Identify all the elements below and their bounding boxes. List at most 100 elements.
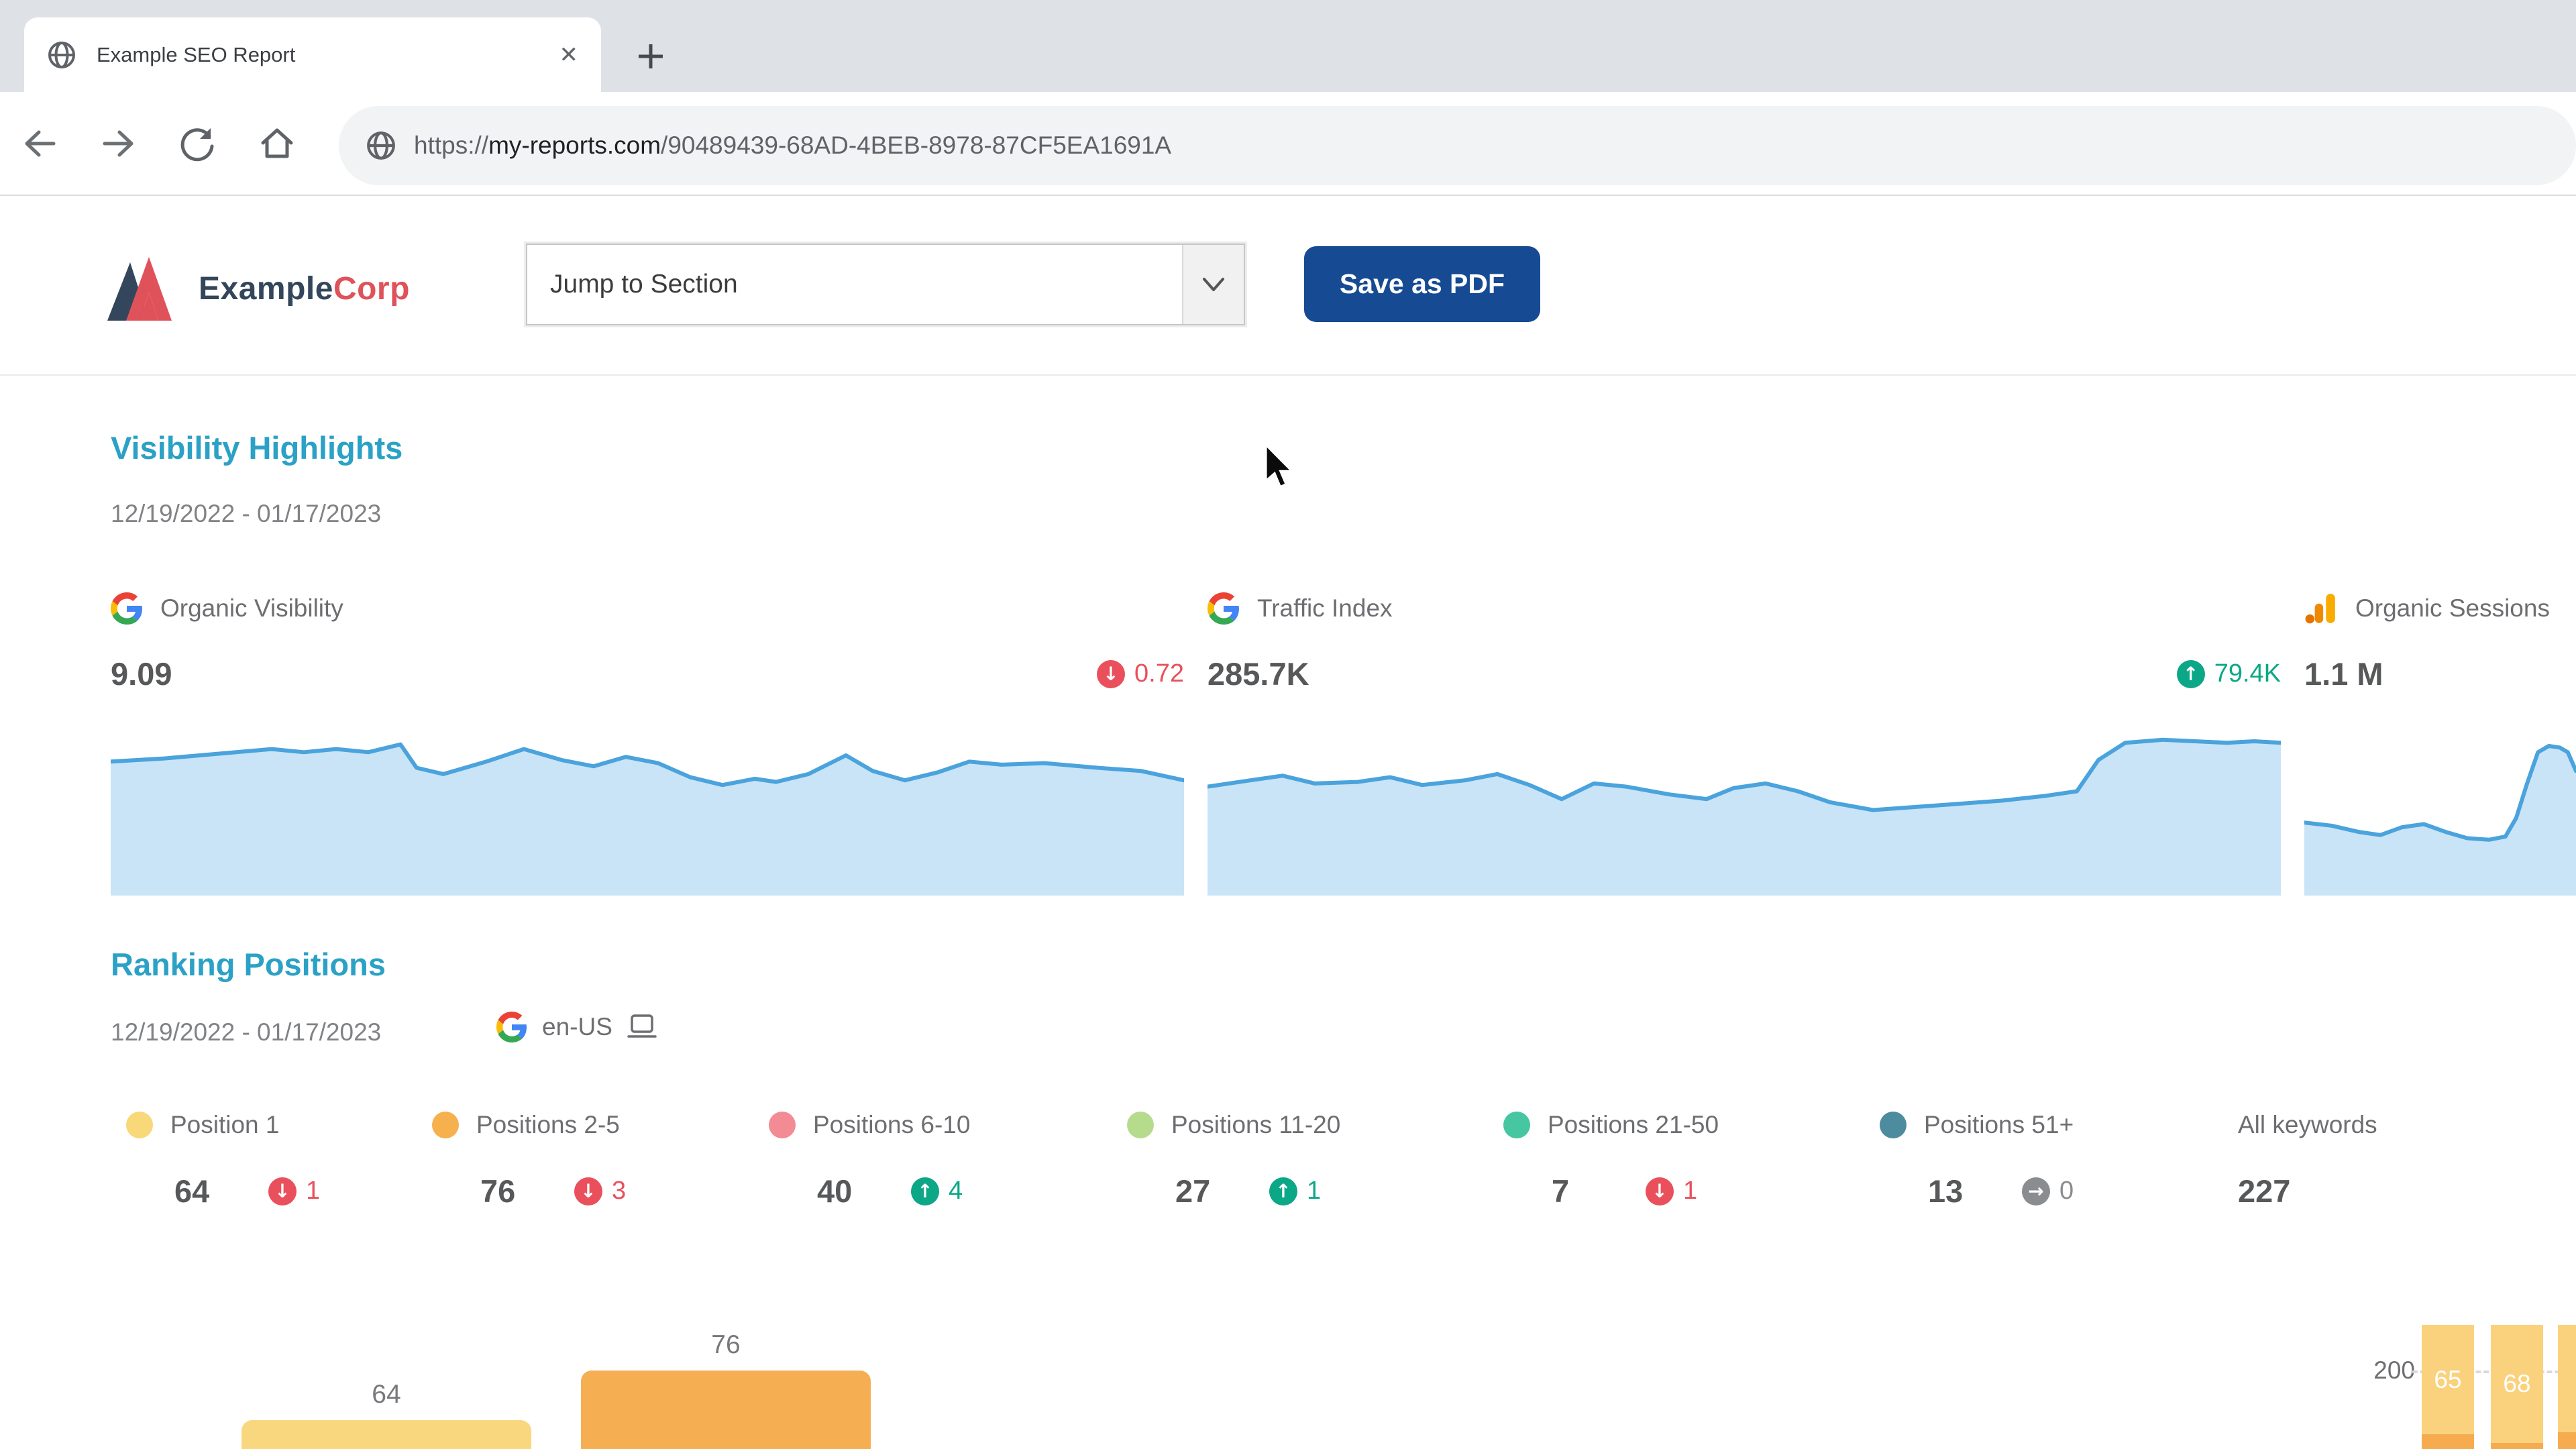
- jump-to-section-value: Jump to Section: [550, 270, 738, 299]
- bar-value-label: 76: [711, 1330, 741, 1359]
- down-arrow-icon: ↓: [1097, 659, 1126, 688]
- metric-card-organic-sessions: Organic Sessions 1.1 M: [2304, 588, 2576, 897]
- legend-label: Positions 6-10: [813, 1111, 971, 1138]
- ranking-date-range: 12/19/2022 - 01/17/2023: [111, 1018, 382, 1046]
- legend-item: Positions 6-10 40 ↑ 4: [769, 1106, 970, 1210]
- metric-card-traffic-index: Traffic Index 285.7K ↑ 79.4K: [1208, 588, 2281, 897]
- forward-arrow-icon: [103, 130, 133, 156]
- chevron-down-icon: [1203, 278, 1224, 291]
- bar-value-label: 64: [372, 1380, 401, 1409]
- plus-icon: [639, 44, 663, 68]
- metric-value: 9.09: [111, 656, 172, 692]
- tab-close-icon[interactable]: ✕: [559, 42, 579, 68]
- tab-strip: Example SEO Report ✕: [0, 0, 2576, 92]
- globe-favicon-icon: [48, 41, 75, 68]
- metric-label: Organic Visibility: [160, 594, 343, 622]
- ranking-meta: en-US: [496, 1012, 657, 1042]
- jump-to-section-dropdown[interactable]: Jump to Section: [526, 244, 1245, 325]
- metric-label: Organic Sessions: [2355, 594, 2550, 622]
- legend-value: 40: [817, 1173, 853, 1209]
- legend-change: ↓ 1: [268, 1177, 320, 1205]
- legend-value: 227: [2238, 1173, 2291, 1209]
- globe-icon: [367, 131, 395, 160]
- legend-change: ↓ 3: [574, 1177, 626, 1205]
- legend-label: All keywords: [2238, 1111, 2377, 1138]
- desktop-device-icon: [627, 1014, 657, 1038]
- change-arrow-icon: ↑: [911, 1177, 939, 1205]
- traffic-index-area-chart: [1208, 734, 2281, 896]
- change-arrow-icon: →: [2022, 1177, 2050, 1205]
- legend-item: Positions 51+ 13 → 0: [1880, 1106, 2074, 1210]
- legend-change: ↑ 1: [1269, 1177, 1321, 1205]
- url-bar[interactable]: https://my-reports.com/90489439-68AD-4BE…: [339, 106, 2576, 185]
- dropdown-chevron[interactable]: [1182, 245, 1244, 324]
- legend-item: Positions 11-20 27 ↑ 1: [1127, 1106, 1340, 1210]
- metric-change: ↑ 79.4K: [2176, 659, 2281, 688]
- legend-dot: [1127, 1112, 1154, 1138]
- stacked-bar-bottom-segment: [2422, 1434, 2474, 1449]
- change-arrow-icon: ↓: [574, 1177, 602, 1205]
- legend-dot: [1880, 1112, 1907, 1138]
- new-tab-button[interactable]: [629, 35, 672, 78]
- y-axis-tick-200: 200: [2373, 1356, 2415, 1384]
- forward-button[interactable]: [79, 124, 158, 163]
- up-arrow-icon: ↑: [2176, 659, 2205, 688]
- legend-item: All keywords 227: [2238, 1106, 2377, 1210]
- home-button[interactable]: [237, 124, 317, 163]
- legend-label: Positions 2-5: [476, 1111, 620, 1138]
- legend-label: Positions 21-50: [1548, 1111, 1719, 1138]
- legend-change: → 0: [2022, 1177, 2074, 1205]
- google-icon: [1208, 592, 1239, 625]
- change-arrow-icon: ↓: [268, 1177, 297, 1205]
- back-arrow-icon: [25, 130, 56, 156]
- stacked-bar[interactable]: 6: [2558, 1325, 2576, 1449]
- metric-change: ↓ 0.72: [1097, 659, 1184, 688]
- legend-item: Position 1 64 ↓ 1: [126, 1106, 320, 1210]
- reload-button[interactable]: [158, 124, 237, 163]
- legend-value: 7: [1552, 1173, 1570, 1209]
- organic-sessions-area-chart: [2304, 734, 2576, 896]
- visibility-date-range: 12/19/2022 - 01/17/2023: [111, 500, 382, 527]
- legend-change: ↓ 1: [1646, 1177, 1697, 1205]
- legend-dot: [769, 1112, 796, 1138]
- stacked-bar-top-segment: 68: [2491, 1325, 2543, 1443]
- metric-card-organic-visibility: Organic Visibility 9.09 ↓ 0.72: [111, 588, 1184, 897]
- tab-title: Example SEO Report: [97, 42, 296, 66]
- legend-value: 76: [480, 1173, 516, 1209]
- bar-position-1[interactable]: [241, 1420, 531, 1449]
- stacked-bar-top-segment: 6: [2558, 1325, 2576, 1432]
- header-divider: [0, 374, 2576, 376]
- mouse-cursor: [1265, 443, 1295, 488]
- metric-label: Traffic Index: [1257, 594, 1393, 622]
- bar-positions-2-5[interactable]: [581, 1371, 871, 1449]
- reload-icon: [180, 127, 214, 161]
- stacked-bar[interactable]: 68: [2491, 1325, 2543, 1449]
- mountain-logo-icon: [107, 256, 172, 321]
- stacked-bar-top-segment: 65: [2422, 1325, 2474, 1434]
- legend-value: 13: [1928, 1173, 1964, 1209]
- legend-item: Positions 21-50 7 ↓ 1: [1503, 1106, 1719, 1210]
- google-analytics-icon: [2305, 594, 2335, 624]
- legend-label: Position 1: [170, 1111, 280, 1138]
- legend-dot: [432, 1112, 459, 1138]
- home-icon: [261, 128, 293, 158]
- stacked-bar-bottom-segment: [2491, 1443, 2543, 1449]
- stacked-bar[interactable]: 65: [2422, 1325, 2474, 1449]
- url-text: https://my-reports.com/90489439-68AD-4BE…: [414, 131, 1172, 159]
- metric-value: 1.1 M: [2304, 656, 2383, 692]
- legend-dot: [126, 1112, 153, 1138]
- save-as-pdf-button[interactable]: Save as PDF: [1304, 246, 1540, 322]
- stacked-bar-bottom-segment: [2558, 1432, 2576, 1449]
- legend-item: Positions 2-5 76 ↓ 3: [432, 1106, 626, 1210]
- back-button[interactable]: [0, 124, 79, 163]
- logo-text: ExampleCorp: [199, 270, 410, 307]
- change-arrow-icon: ↓: [1646, 1177, 1674, 1205]
- legend-label: Positions 51+: [1924, 1111, 2074, 1138]
- visibility-highlights-title: Visibility Highlights: [111, 430, 403, 466]
- metric-value: 285.7K: [1208, 656, 1309, 692]
- google-icon: [496, 1012, 527, 1042]
- browser-tab[interactable]: Example SEO Report ✕: [24, 17, 601, 92]
- legend-dot: [1503, 1112, 1530, 1138]
- google-icon: [111, 592, 142, 625]
- locale-label: en-US: [542, 1013, 612, 1040]
